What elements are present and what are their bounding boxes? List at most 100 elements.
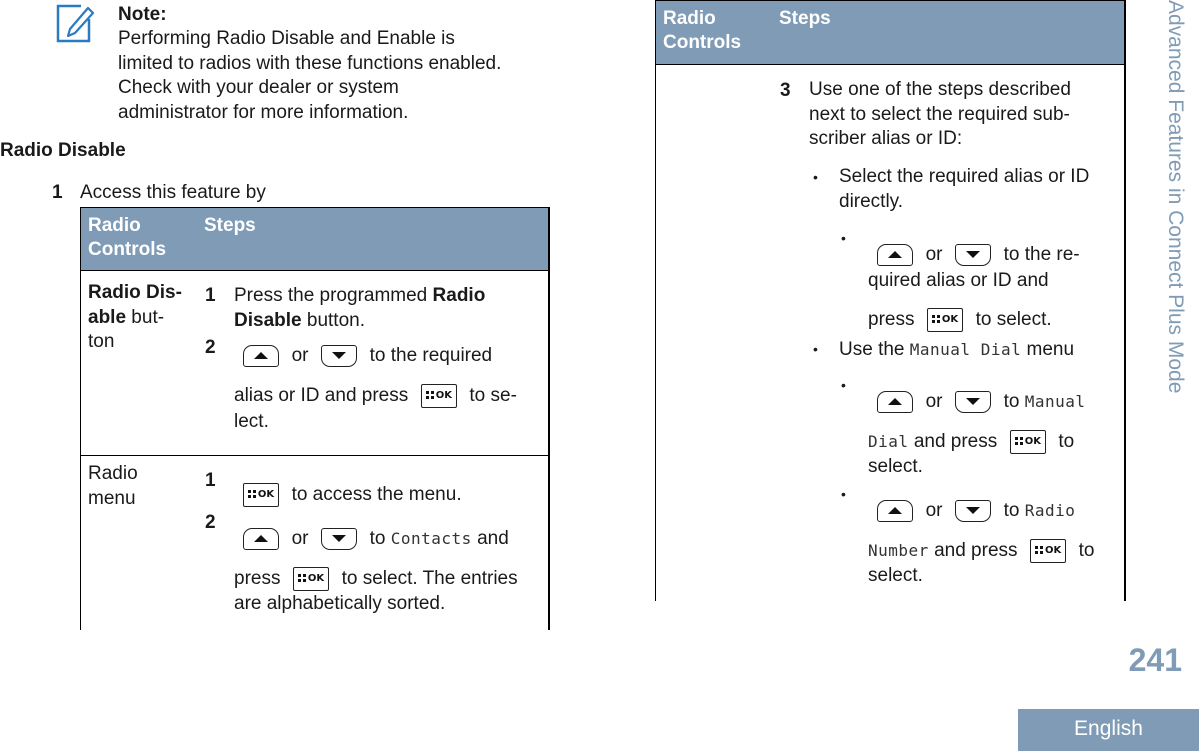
text: scriber alias or ID: (809, 128, 963, 149)
control-text: but- (126, 306, 165, 328)
text: next to select the required sub- (809, 103, 1070, 125)
text: press (868, 309, 915, 331)
text: to (1078, 540, 1095, 562)
text: to access the menu. (291, 484, 462, 506)
text: press (234, 568, 281, 590)
ok-menu-key-icon: OK (243, 483, 279, 507)
down-arrow-key-icon (955, 499, 992, 522)
text: or (925, 391, 943, 412)
bullet: • (841, 486, 846, 502)
bullet: • (841, 230, 846, 246)
text: and press (913, 431, 998, 453)
up-arrow-key-icon (877, 390, 913, 413)
ok-menu-key-icon: OK (927, 308, 964, 332)
text: Press the programmed (234, 285, 433, 306)
step-number: 1 (205, 285, 216, 306)
menu-item-name: Radio (1024, 501, 1076, 520)
step-line: or to the re- (875, 243, 1080, 267)
up-arrow-key-icon (877, 499, 913, 522)
header-text: Radio (88, 215, 141, 236)
header-text: Controls (88, 239, 167, 260)
down-arrow-key-icon (321, 527, 358, 550)
ok-menu-key-icon: OK (1030, 539, 1067, 563)
ok-menu-key-icon: OK (293, 567, 330, 591)
note-line: Performing Radio Disable and Enable is (118, 28, 455, 49)
step-line: Number and press OK to (868, 539, 1095, 563)
control-bold: able (88, 306, 127, 328)
bullet: • (813, 169, 818, 185)
text: menu (1021, 339, 1075, 360)
table-row: 3 Use one of the steps described next to… (656, 65, 1124, 602)
menu-item-name: Manual Dial (909, 340, 1022, 359)
text: and (477, 528, 509, 549)
step-line: Dial and press OK to (868, 430, 1074, 454)
text: to se- (469, 385, 517, 407)
step-line: Use the Manual Dial menu (839, 338, 1074, 362)
step-number: 3 (780, 80, 791, 101)
header-text: Radio (663, 8, 716, 29)
text: to the required (369, 345, 493, 366)
note-body: Performing Radio Disable and Enable is l… (118, 27, 548, 125)
text: alias or ID and press (234, 385, 409, 407)
text: directly. (839, 190, 904, 212)
up-arrow-key-icon (243, 344, 279, 367)
text: to (369, 528, 386, 549)
header-steps: Steps (204, 215, 256, 236)
control-cell: Radio Dis- able but- ton (88, 281, 193, 355)
bold-text: Disable (234, 309, 302, 331)
bold-text: Radio (432, 285, 486, 306)
table-row: Radio menu 1 OK to access the menu. 2 or… (81, 456, 548, 632)
text: to (1058, 431, 1075, 453)
down-arrow-key-icon (955, 243, 992, 266)
text: button. (301, 309, 365, 331)
down-arrow-key-icon (321, 344, 358, 367)
step-text: Access this feature by (80, 182, 266, 203)
down-arrow-key-icon (955, 390, 992, 413)
step-line: or to Contacts and (241, 527, 509, 551)
step-number: 1 (205, 470, 216, 491)
menu-item-name: Number (868, 541, 929, 561)
page-number: 241 (1128, 642, 1182, 678)
bullet: • (813, 341, 818, 357)
header-text: Controls (663, 32, 742, 53)
table-header: Radio Controls Steps (81, 207, 548, 271)
text: or (291, 528, 309, 549)
chapter-title: Advanced Features in Connect Plus Mode (1159, 0, 1189, 440)
language-tab: English (1018, 709, 1199, 751)
step-line: quired alias or ID and (868, 270, 1049, 291)
text: and press (934, 540, 1018, 562)
menu-item-name: Contacts (390, 529, 472, 548)
header-steps: Steps (779, 8, 831, 29)
step-number: 2 (205, 337, 216, 358)
step-line: or to the required (241, 344, 492, 368)
step-number: 2 (205, 512, 216, 533)
bullet: • (841, 377, 846, 393)
section-heading: Radio Disable (0, 140, 126, 161)
step-line: press OK to select. (868, 308, 1052, 332)
control-cell: Radio menu (88, 462, 193, 511)
ok-menu-key-icon: OK (1009, 430, 1046, 454)
text: to select. (975, 309, 1052, 331)
text: or (291, 345, 309, 366)
radio-controls-table-right: Radio Controls Steps 3 Use one of the st… (655, 0, 1126, 601)
header-radio-controls: Radio Controls (663, 7, 741, 55)
note-pencil-icon (55, 3, 95, 43)
note-line: administrator for more information. (118, 101, 409, 123)
ok-menu-key-icon: OK (420, 384, 457, 408)
menu-item-name: Manual (1024, 392, 1086, 411)
control-bold: Radio Dis- (88, 282, 182, 303)
chapter-title-text: Advanced Features in Connect Plus Mode (1164, 0, 1187, 394)
text: Use the (839, 339, 910, 360)
text: to (1003, 391, 1020, 412)
radio-controls-table-left: Radio Controls Steps Radio Dis- able but… (80, 207, 550, 630)
menu-item-name: Dial (868, 432, 909, 452)
step-line: OK to access the menu. (241, 483, 462, 507)
text: to the re- (1003, 244, 1080, 265)
text: Select the required alias or ID (839, 166, 1090, 187)
note-line: Check with your dealer or system (118, 77, 399, 99)
control-text: menu (88, 487, 136, 509)
table-header: Radio Controls Steps (656, 0, 1124, 65)
step-line: or to Manual (875, 390, 1086, 414)
step-text: Press the programmed Radio Disable butto… (234, 284, 485, 333)
step-line: alias or ID and press OK to se- (234, 384, 517, 408)
